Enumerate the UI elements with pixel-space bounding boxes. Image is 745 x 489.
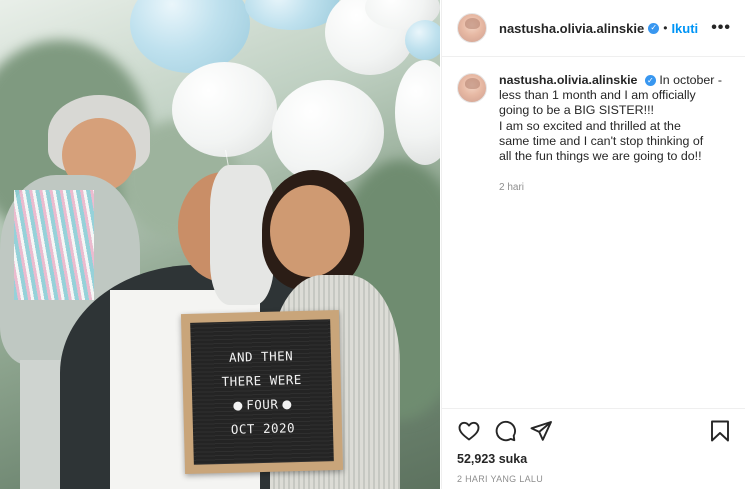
balloon <box>172 62 277 157</box>
letter-board: AND THEN THERE WERE FOUR OCT 2020 <box>180 309 344 475</box>
tassel-decoration <box>14 190 94 300</box>
caption-line: going to be a BIG SISTER!!! <box>499 103 654 118</box>
balloon <box>272 80 384 185</box>
mother-face <box>270 185 350 277</box>
more-options-icon[interactable]: ••• <box>711 19 731 37</box>
board-line: AND THEN <box>228 347 294 365</box>
star-icon <box>282 399 292 409</box>
verified-badge-icon: ✓ <box>644 75 656 87</box>
share-icon <box>530 421 552 441</box>
board-line: FOUR <box>229 396 295 413</box>
balloon <box>395 60 440 165</box>
separator-dot: • <box>663 21 668 35</box>
post-header: nastusha.olivia.alinskie ✓ • Ikuti ••• <box>442 0 745 57</box>
comment-icon <box>495 420 516 442</box>
caption-line: less than 1 month and I am officially <box>499 88 696 103</box>
bookmark-icon <box>711 420 729 442</box>
follow-button[interactable]: Ikuti <box>671 21 698 36</box>
action-bar <box>442 408 745 453</box>
like-count[interactable]: 52,923 suka <box>457 452 527 466</box>
username-link[interactable]: nastusha.olivia.alinskie <box>499 21 644 36</box>
post-sidebar: nastusha.olivia.alinskie ✓ • Ikuti ••• n… <box>441 0 745 489</box>
caption-text: nastusha.olivia.alinskie ✓ In october - … <box>499 73 731 164</box>
caption-line: all the fun things we are going to do!! <box>499 149 702 164</box>
board-line: THERE WERE <box>221 371 302 389</box>
post-date[interactable]: 2 HARI YANG LALU <box>457 474 543 484</box>
comment-button[interactable] <box>492 418 518 444</box>
board-line-text: FOUR <box>246 396 279 412</box>
caption-timestamp[interactable]: 2 hari <box>499 182 745 193</box>
verified-badge-icon: ✓ <box>648 22 660 34</box>
heart-icon <box>458 421 480 441</box>
caption-block: nastusha.olivia.alinskie ✓ In october - … <box>442 57 745 164</box>
caption-username[interactable]: nastusha.olivia.alinskie <box>499 73 637 87</box>
avatar[interactable] <box>457 73 487 103</box>
share-button[interactable] <box>528 418 554 444</box>
board-line: OCT 2020 <box>230 419 296 437</box>
moon-icon <box>233 401 243 411</box>
caption-line: In october - <box>659 73 723 87</box>
avatar[interactable] <box>457 13 487 43</box>
letter-board-text: AND THEN THERE WERE FOUR OCT 2020 <box>190 319 334 465</box>
caption-line: I am so excited and thrilled at the <box>499 118 681 133</box>
caption-line: same time and I can't stop thinking of <box>499 133 704 148</box>
like-button[interactable] <box>456 418 482 444</box>
post-photo[interactable]: AND THEN THERE WERE FOUR OCT 2020 <box>0 0 440 489</box>
balloon <box>405 20 440 60</box>
save-button[interactable] <box>707 418 733 444</box>
